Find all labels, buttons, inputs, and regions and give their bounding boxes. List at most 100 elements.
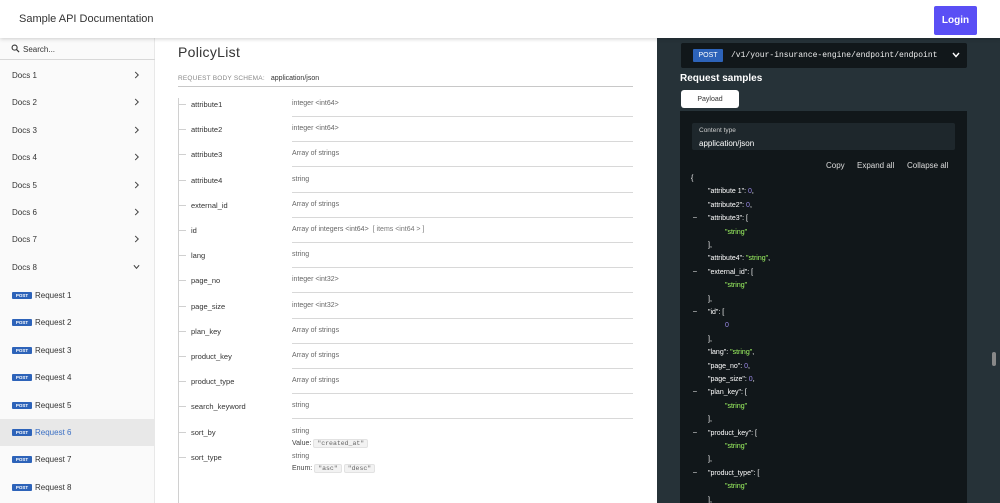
json-token: , xyxy=(752,349,755,357)
property-row: sort_type string Enum: "asc" "desc" xyxy=(178,449,633,485)
tree-branch xyxy=(178,356,186,357)
chevron-right-icon xyxy=(134,98,139,106)
property-name: id xyxy=(191,226,197,235)
json-line: ], xyxy=(708,242,712,249)
sidebar-item-label: Docs 1 xyxy=(12,71,37,80)
json-line: "page_size": 0, xyxy=(708,376,755,383)
json-token: ], xyxy=(708,295,712,303)
json-token: ], xyxy=(708,242,712,249)
property-type-text: string xyxy=(292,251,310,259)
search-bar xyxy=(0,38,155,60)
divider xyxy=(292,292,633,294)
json-token: "attribute2" xyxy=(708,201,743,209)
sidebar-item-label: Docs 7 xyxy=(12,235,37,245)
divider xyxy=(292,418,633,420)
property-row: id Array of integers <int64>[ items <int6… xyxy=(178,222,633,247)
json-token: , xyxy=(768,255,771,263)
property-type: integer <int32> xyxy=(292,302,339,309)
sidebar-request-2[interactable]: POST Request 2 xyxy=(0,309,155,336)
json-token: "string" xyxy=(730,349,753,357)
page-title: PolicyList xyxy=(178,44,241,60)
chevron-right-icon xyxy=(134,181,139,189)
copy-button[interactable]: Copy xyxy=(826,161,845,170)
content-type-label: Content type xyxy=(699,127,736,134)
json-line: ], xyxy=(708,296,712,303)
sidebar-request-8[interactable]: POST Request 8 xyxy=(0,474,155,501)
json-line: "string" xyxy=(725,443,747,450)
sidebar-item-docs-1[interactable]: Docs 1 xyxy=(0,62,155,89)
json-token: ], xyxy=(708,456,712,464)
json-token: , xyxy=(749,201,752,209)
sidebar-request-1[interactable]: POST Request 1 xyxy=(0,282,155,309)
json-token: "string" xyxy=(725,402,748,410)
property-type-text: string xyxy=(292,402,310,410)
collapse-toggle[interactable]: – xyxy=(693,214,697,221)
search-input[interactable] xyxy=(23,42,148,56)
property-type: Array of strings xyxy=(292,327,339,334)
json-line: "attribute2": 0, xyxy=(708,202,752,209)
sidebar-request-5[interactable]: POST Request 5 xyxy=(0,392,155,419)
json-token: : [ xyxy=(741,389,747,397)
right-panel: POST /v1/your-insurance-engine/endpoint/… xyxy=(657,38,1000,503)
sidebar-item-docs-3[interactable]: Docs 3 xyxy=(0,117,155,144)
collapse-toggle[interactable]: – xyxy=(693,429,697,436)
property-type-text: string xyxy=(292,452,310,460)
post-badge: POST xyxy=(12,292,32,299)
property-name: sort_type xyxy=(191,452,222,462)
json-token: "string" xyxy=(746,255,769,263)
tree-branch xyxy=(178,456,186,458)
json-line: "attribute 1": 0, xyxy=(708,188,754,195)
tree-branch xyxy=(178,204,186,206)
sidebar-request-4[interactable]: POST Request 4 xyxy=(0,364,155,391)
collapse-all-button[interactable]: Collapse all xyxy=(907,161,948,170)
value-chip: "desc" xyxy=(343,463,376,473)
collapse-toggle[interactable]: – xyxy=(693,388,697,395)
sidebar-item-docs-4[interactable]: Docs 4 xyxy=(0,144,155,171)
property-type-text: Array of strings xyxy=(292,200,340,208)
json-token: 0 xyxy=(725,322,729,330)
json-line: ], xyxy=(708,456,712,463)
property-type-text: integer <int64> xyxy=(292,125,339,133)
divider xyxy=(292,393,633,395)
property-type-text: integer <int32> xyxy=(292,301,339,309)
app-title: Sample API Documentation xyxy=(19,13,154,25)
collapse-toggle[interactable]: – xyxy=(693,268,697,275)
content-type-box: Content type application/json xyxy=(692,123,955,150)
json-token: : [ xyxy=(742,215,748,223)
value-chip: "asc" xyxy=(314,463,342,473)
property-type: Array of integers <int64>[ items <int64 … xyxy=(292,226,424,233)
sidebar-item-docs-2[interactable]: Docs 2 xyxy=(0,89,155,116)
post-badge: POST xyxy=(12,456,32,464)
chevron-right-icon xyxy=(134,71,139,79)
sidebar-request-7[interactable]: POST Request 7 xyxy=(0,446,155,473)
sidebar-item-docs-6[interactable]: Docs 6 xyxy=(0,199,155,226)
sidebar-request-6[interactable]: POST Request 6 xyxy=(0,419,155,446)
endpoint-selector[interactable]: POST /v1/your-insurance-engine/endpoint/… xyxy=(681,43,967,68)
sidebar-item-docs-8[interactable]: Docs 8 xyxy=(0,254,155,281)
scrollbar-thumb[interactable] xyxy=(992,352,996,366)
expand-all-button[interactable]: Expand all xyxy=(857,161,894,170)
sidebar-item-docs-5[interactable]: Docs 5 xyxy=(0,172,155,199)
tree-branch xyxy=(178,305,186,307)
json-token: "external_id" xyxy=(708,268,748,276)
json-token: , xyxy=(751,188,754,196)
property-type-text: Array of strings xyxy=(292,352,340,359)
request-samples-title: Request samples xyxy=(680,73,763,84)
post-badge: POST xyxy=(12,346,32,354)
sidebar-item-label: Request 5 xyxy=(35,400,72,410)
sidebar-item-docs-7[interactable]: Docs 7 xyxy=(0,226,155,253)
collapse-toggle[interactable]: – xyxy=(693,308,697,315)
post-badge: POST xyxy=(12,374,32,382)
divider xyxy=(292,242,633,243)
json-token: "attribute 1" xyxy=(708,188,745,196)
json-token: ], xyxy=(708,416,712,424)
login-button[interactable]: Login xyxy=(934,6,977,35)
property-type: string xyxy=(292,428,309,435)
json-token: "string" xyxy=(725,483,748,491)
sidebar-item-label: Request 7 xyxy=(35,455,72,465)
sidebar-request-3[interactable]: POST Request 3 xyxy=(0,337,155,364)
collapse-toggle[interactable]: – xyxy=(693,469,697,476)
property-type-text: Array of strings xyxy=(292,150,340,158)
property-name: search_keyword xyxy=(191,402,246,412)
tab-payload[interactable]: Payload xyxy=(681,90,739,108)
